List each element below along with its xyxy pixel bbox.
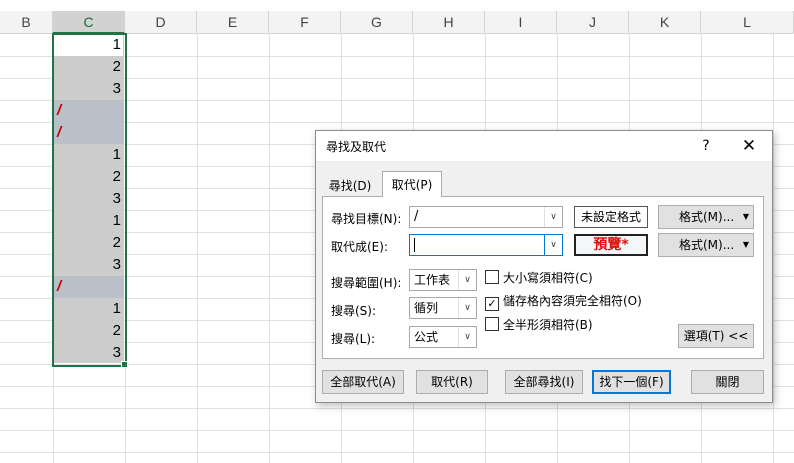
replace-button[interactable]: 取代(R)	[416, 370, 488, 394]
caret-down-icon: ▼	[742, 240, 749, 249]
check-icon[interactable]: ✓	[485, 297, 499, 311]
gridline	[0, 408, 794, 409]
column-header-e[interactable]: E	[197, 11, 269, 33]
help-button[interactable]: ?	[694, 135, 718, 157]
options-button[interactable]: 選項(T) <<	[678, 324, 754, 348]
look-in-label: 搜尋(L):	[331, 332, 376, 346]
close-button[interactable]: 關閉	[691, 370, 764, 394]
match-entire-label: 儲存格內容須完全相符(O)	[503, 294, 642, 308]
within-select[interactable]: 工作表 ∨	[409, 269, 477, 291]
gridline	[0, 430, 794, 431]
within-label: 搜尋範圍(H):	[331, 276, 402, 290]
gridline	[0, 452, 794, 453]
look-in-value: 公式	[414, 330, 439, 344]
replace-format-button-label: 格式(M)...	[679, 238, 735, 252]
selection-border	[52, 33, 127, 367]
replace-all-button[interactable]: 全部取代(A)	[322, 370, 404, 394]
find-what-label: 尋找目標(N):	[331, 212, 402, 226]
column-header-l[interactable]: L	[701, 11, 794, 33]
chevron-down-icon[interactable]: ∨	[458, 298, 476, 318]
find-format-preview: 未設定格式	[574, 206, 648, 228]
text-cursor	[414, 238, 415, 252]
find-next-button[interactable]: 找下一個(F)	[592, 370, 671, 394]
find-replace-dialog: 尋找及取代 ? ✕ 尋找(D) 取代(P) 尋找目標(N): / ∨ 未設定格式…	[315, 130, 773, 403]
match-byte-checkbox[interactable]: 全半形須相符(B)	[485, 316, 593, 333]
find-format-button[interactable]: 格式(M)... ▼	[658, 205, 754, 229]
match-case-label: 大小寫須相符(C)	[503, 271, 593, 285]
gridline	[773, 34, 774, 463]
column-header-i[interactable]: I	[485, 11, 557, 33]
replace-format-button[interactable]: 格式(M)... ▼	[658, 233, 754, 257]
replace-with-input[interactable]: ∨	[409, 234, 563, 256]
column-header-b[interactable]: B	[0, 11, 53, 33]
within-value: 工作表	[414, 273, 451, 287]
column-header-h[interactable]: H	[413, 11, 485, 33]
column-header-c[interactable]: C	[53, 11, 125, 34]
column-header-bar: B C D E F G H I J K L	[0, 11, 794, 34]
caret-down-icon: ▼	[742, 212, 749, 221]
column-header-d[interactable]: D	[125, 11, 197, 33]
gridline	[197, 34, 198, 463]
column-header-k[interactable]: K	[629, 11, 701, 33]
fill-handle[interactable]	[121, 361, 128, 368]
replace-format-preview: 預覽*	[574, 234, 648, 256]
find-what-input[interactable]: / ∨	[409, 206, 563, 228]
match-byte-label: 全半形須相符(B)	[503, 318, 593, 332]
chevron-down-icon[interactable]: ∨	[544, 207, 562, 227]
find-all-button[interactable]: 全部尋找(I)	[505, 370, 583, 394]
search-select[interactable]: 循列 ∨	[409, 297, 477, 319]
column-header-g[interactable]: G	[341, 11, 413, 33]
search-value: 循列	[414, 301, 439, 315]
column-header-j[interactable]: J	[557, 11, 629, 33]
gridline	[269, 34, 270, 463]
chevron-down-icon[interactable]: ∨	[458, 270, 476, 290]
find-format-button-label: 格式(M)...	[679, 210, 735, 224]
find-what-value: /	[414, 209, 419, 224]
dialog-title: 尋找及取代	[326, 140, 387, 154]
chevron-down-icon[interactable]: ∨	[544, 235, 562, 255]
column-header-f[interactable]: F	[269, 11, 341, 33]
look-in-select[interactable]: 公式 ∨	[409, 326, 477, 348]
dialog-title-bar[interactable]: 尋找及取代 ? ✕	[316, 131, 772, 161]
tab-replace[interactable]: 取代(P)	[382, 171, 442, 197]
search-label: 搜尋(S):	[331, 304, 377, 318]
match-entire-cell-checkbox[interactable]: ✓ 儲存格內容須完全相符(O)	[485, 292, 642, 311]
tab-find[interactable]: 尋找(D)	[322, 175, 378, 197]
chevron-down-icon[interactable]: ∨	[458, 327, 476, 347]
unchecked-box-icon[interactable]	[485, 317, 499, 331]
close-icon[interactable]: ✕	[737, 135, 761, 157]
match-case-checkbox[interactable]: 大小寫須相符(C)	[485, 269, 593, 286]
unchecked-box-icon[interactable]	[485, 270, 499, 284]
replace-with-label: 取代成(E):	[331, 240, 388, 254]
